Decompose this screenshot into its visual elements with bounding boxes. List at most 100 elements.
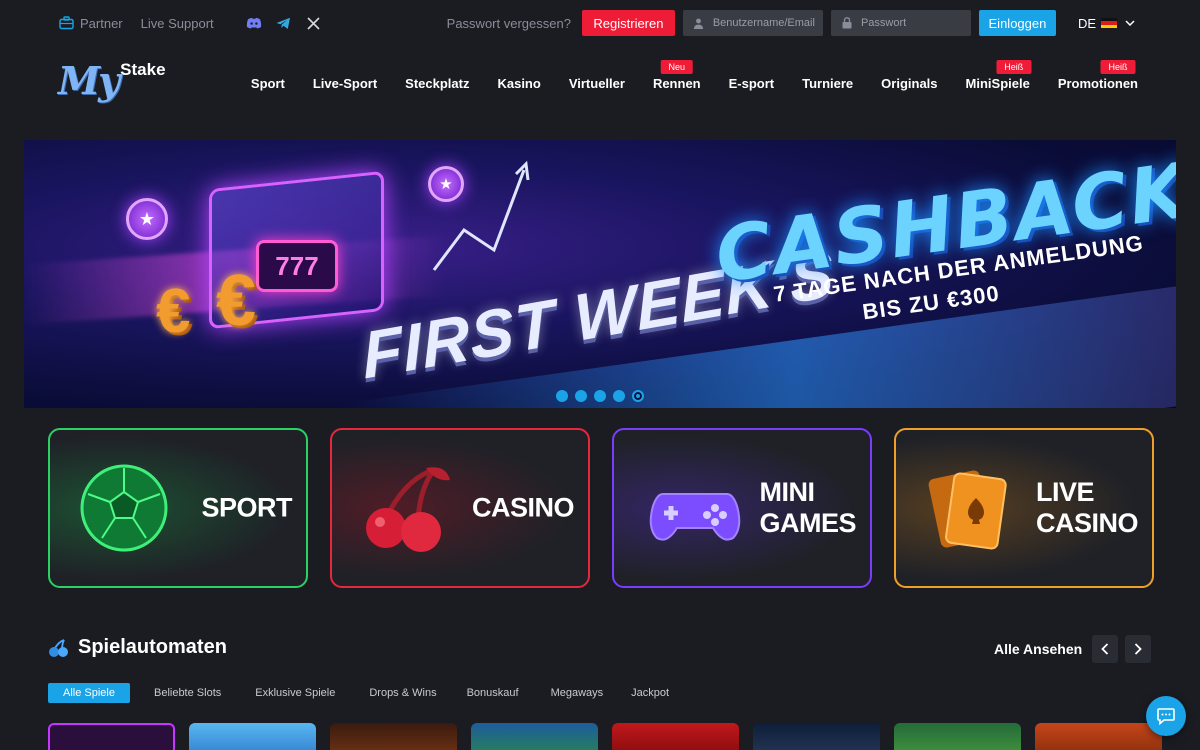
- nav-item-originals[interactable]: Originals: [881, 76, 937, 91]
- nav-item-promotionen[interactable]: Heiß Promotionen: [1057, 60, 1138, 91]
- promo-banner[interactable]: 777 ★ ★ € € FIRST WEEK'S CASHBACK 7 TAGE…: [24, 140, 1176, 408]
- nav-item-live-sport[interactable]: Live-Sport: [313, 76, 377, 91]
- nav-item-e-sport[interactable]: E-sport: [729, 76, 775, 91]
- game-filter-tabs: Alle Spiele Beliebte Slots Exklusive Spi…: [48, 683, 669, 703]
- filter-tab-jackpot[interactable]: Jackpot: [631, 687, 669, 699]
- mystake-logo[interactable]: My Stake: [58, 58, 166, 103]
- carousel-dots: [556, 390, 644, 402]
- card-title: MINI GAMES: [759, 477, 856, 539]
- filter-tab-popular-slots[interactable]: Beliebte Slots: [154, 687, 221, 699]
- nav-item-steckplatz[interactable]: Steckplatz: [405, 76, 469, 91]
- game-thumbnail[interactable]: [471, 723, 598, 750]
- nav-item-kasino[interactable]: Kasino: [497, 76, 540, 91]
- chevron-down-icon: [1122, 15, 1138, 31]
- hot-badge: Heiß: [1100, 60, 1136, 74]
- live-casino-category-card[interactable]: LIVE CASINO: [894, 428, 1154, 588]
- category-cards: SPORT CASINO MINI GAMES LIVE CASINO: [48, 428, 1154, 588]
- hot-badge: Heiß: [996, 60, 1032, 74]
- nav-label: Sport: [250, 76, 285, 91]
- carousel-dot[interactable]: [575, 390, 587, 402]
- see-all-link[interactable]: Alle Ansehen: [994, 641, 1082, 657]
- carousel-dot[interactable]: [594, 390, 606, 402]
- section-heading: Spielautomaten: [48, 636, 227, 659]
- nav-item-virtueller[interactable]: Virtueller: [569, 76, 625, 91]
- filter-tab-megaways[interactable]: Megaways: [551, 687, 604, 699]
- nav-item-rennen[interactable]: Neu Rennen: [652, 60, 701, 91]
- top-bar: Partner Live Support Passwort vergessen?…: [0, 0, 1200, 46]
- soccer-ball-icon: [80, 464, 168, 552]
- nav-label: E-sport: [728, 76, 775, 91]
- nav-label: Promotionen: [1057, 76, 1138, 91]
- game-thumbnail[interactable]: [189, 723, 316, 750]
- nav-item-minispiele[interactable]: Heiß MiniSpiele: [965, 60, 1032, 91]
- carousel-pager: [1092, 635, 1151, 663]
- nav-item-turniere[interactable]: Turniere: [802, 76, 853, 91]
- game-thumbnail[interactable]: [612, 723, 739, 750]
- star-coin-icon: ★: [126, 198, 168, 240]
- language-code: DE: [1077, 15, 1096, 31]
- filter-tab-drops-wins[interactable]: Drops & Wins: [369, 687, 436, 699]
- slot-machine-image: 777: [256, 240, 338, 292]
- register-button[interactable]: Registrieren: [581, 10, 675, 36]
- chevron-left-icon: [1101, 643, 1109, 655]
- nav-label: Virtueller: [568, 76, 625, 91]
- card-title: CASINO: [472, 493, 575, 524]
- card-title-line: MINI: [759, 477, 815, 507]
- card-title: SPORT: [201, 493, 292, 524]
- password-placeholder: Passwort: [860, 17, 907, 29]
- username-field[interactable]: Benutzername/Email: [682, 10, 823, 36]
- carousel-dot-active[interactable]: [632, 390, 644, 402]
- section-title: Spielautomaten: [78, 636, 227, 658]
- card-title-line: CASINO: [1035, 508, 1139, 538]
- filter-tab-bonus-buy[interactable]: Bonuskauf: [467, 687, 519, 699]
- filter-tab-all-games[interactable]: Alle Spiele: [48, 683, 130, 703]
- prev-arrow-button[interactable]: [1092, 635, 1118, 663]
- game-thumbnail[interactable]: [753, 723, 880, 750]
- language-selector[interactable]: DE: [1078, 15, 1138, 31]
- live-support-link[interactable]: Live Support: [141, 16, 214, 31]
- chat-bubble-icon: [1157, 708, 1175, 726]
- card-title-line: LIVE: [1035, 477, 1095, 507]
- briefcase-icon: [58, 15, 74, 31]
- new-badge: Neu: [660, 60, 694, 74]
- mini-games-category-card[interactable]: MINI GAMES: [612, 428, 872, 588]
- password-field[interactable]: Passwort: [830, 10, 971, 36]
- forgot-password-link[interactable]: Passwort vergessen?: [447, 16, 571, 31]
- top-links: Partner Live Support: [58, 15, 322, 31]
- discord-icon[interactable]: [246, 15, 262, 31]
- nav-label: Live-Sport: [312, 76, 378, 91]
- euro-coin-icon: €: [156, 277, 191, 346]
- game-thumbnail[interactable]: [894, 723, 1021, 750]
- game-thumbnail[interactable]: [1035, 723, 1162, 750]
- chat-support-button[interactable]: [1146, 696, 1186, 736]
- nav-item-sport[interactable]: Sport: [251, 76, 285, 91]
- next-arrow-button[interactable]: [1125, 635, 1151, 663]
- carousel-dot[interactable]: [556, 390, 568, 402]
- filter-tab-exclusive-games[interactable]: Exklusive Spiele: [255, 687, 335, 699]
- login-button[interactable]: Einloggen: [978, 10, 1056, 36]
- game-thumbnail[interactable]: [48, 723, 175, 750]
- gamepad-icon: [649, 493, 741, 541]
- partner-link[interactable]: Partner: [58, 15, 123, 31]
- carousel-dot[interactable]: [613, 390, 625, 402]
- nav-label: Rennen: [652, 76, 701, 91]
- nav-label: MiniSpiele: [965, 76, 1030, 91]
- playing-cards-icon: [928, 470, 1007, 550]
- nav-label: Turniere: [802, 76, 854, 91]
- telegram-icon[interactable]: [276, 15, 292, 31]
- growth-arrow-icon: [432, 160, 530, 271]
- nav-menu: Sport Live-Sport Steckplatz Kasino Virtu…: [251, 60, 1138, 91]
- game-thumbnails-row: [48, 723, 1162, 750]
- nav-label: Steckplatz: [405, 76, 470, 91]
- game-thumbnail[interactable]: [330, 723, 457, 750]
- logo-my-text: My: [58, 58, 120, 103]
- nav-label: Originals: [881, 76, 938, 91]
- sport-category-card[interactable]: SPORT: [48, 428, 308, 588]
- casino-category-card[interactable]: CASINO: [330, 428, 590, 588]
- partner-label: Partner: [80, 15, 123, 31]
- main-navbar: My Stake Sport Live-Sport Steckplatz Kas…: [0, 50, 1200, 120]
- card-title-line: SPORT: [201, 492, 292, 523]
- x-icon[interactable]: [306, 15, 322, 31]
- username-placeholder: Benutzername/Email: [712, 17, 815, 29]
- cherries-icon: [48, 637, 70, 659]
